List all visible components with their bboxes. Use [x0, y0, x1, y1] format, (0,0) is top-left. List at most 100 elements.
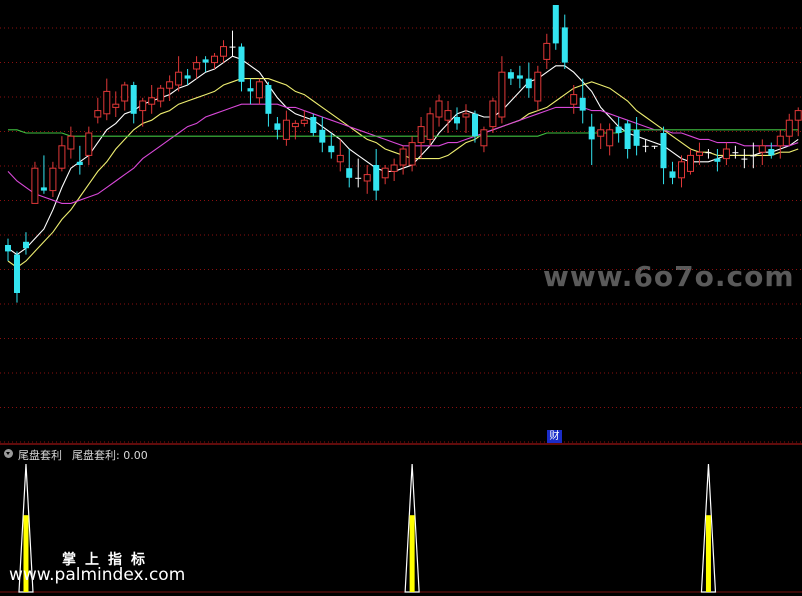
candle-body [31, 167, 39, 204]
chart-background [0, 0, 802, 596]
candle-body [355, 177, 362, 179]
signal-bar [705, 515, 711, 592]
candle-body [741, 158, 748, 160]
candle-body [291, 122, 299, 128]
candle-body [255, 81, 263, 99]
candle-body [130, 85, 137, 114]
candle-body [85, 132, 93, 156]
candle-body [381, 167, 389, 179]
candle-body [14, 254, 20, 293]
candle-body [23, 241, 29, 249]
candle-body [426, 113, 434, 140]
candle-body [319, 129, 326, 143]
candle-body [785, 119, 793, 137]
candle-body [543, 42, 551, 60]
candle-body [247, 88, 254, 92]
watermark-url: www.palmindex.com [9, 565, 186, 585]
candle-body [678, 161, 685, 179]
candle-body [336, 154, 344, 163]
candle-body [570, 94, 578, 105]
candle-body [794, 110, 802, 121]
cai-badge[interactable]: 财 [547, 430, 562, 443]
candle-body [489, 100, 497, 128]
candle-body [112, 103, 120, 108]
candle-body [597, 129, 605, 137]
candle-body [67, 135, 75, 150]
candle-body [265, 85, 272, 114]
candle-body [507, 72, 514, 79]
candle-body [220, 46, 227, 57]
candle [31, 161, 39, 204]
candle-body [238, 46, 245, 82]
candle-body [660, 133, 667, 169]
candle-body [184, 75, 191, 79]
candle [310, 113, 317, 137]
candle-body [373, 165, 380, 191]
candle-body [390, 164, 398, 172]
signal-bar [409, 515, 415, 592]
candle-body [202, 59, 209, 63]
candle-body [49, 167, 57, 192]
candle-body [588, 126, 595, 140]
candle-body [193, 62, 201, 70]
candle-body [310, 117, 317, 133]
candle-body [687, 154, 694, 172]
candle-body [768, 149, 775, 156]
candle-body [705, 152, 712, 154]
candle-body [669, 171, 676, 178]
candle-body [534, 71, 542, 102]
candle-body [696, 151, 703, 156]
candle-body [435, 100, 443, 118]
candle-body [552, 5, 559, 44]
candle-body [758, 145, 766, 153]
candle-body [399, 148, 407, 166]
watermark-6070: www.6o7o.com [543, 260, 795, 293]
candle-body [346, 168, 353, 178]
candle [552, 5, 559, 50]
candle-body [211, 55, 218, 64]
candle-body [175, 71, 183, 86]
candle-body [480, 129, 488, 147]
candle-body [58, 145, 66, 169]
candle-body [606, 129, 614, 147]
candle-body [615, 126, 622, 133]
chart-canvas [0, 0, 802, 596]
candle-body [472, 113, 478, 137]
candle-body [417, 126, 425, 144]
candle-body [498, 71, 506, 118]
candle-body [462, 113, 470, 118]
indicator-value: 尾盘套利: 0.00 [72, 449, 148, 462]
candle-body [148, 97, 156, 105]
candle-body [516, 75, 523, 79]
candle-body [454, 117, 460, 124]
candle-body [300, 119, 308, 124]
candle-body [94, 110, 102, 118]
candle-body [444, 110, 452, 121]
candle-body [76, 161, 83, 165]
candle-body [750, 155, 757, 157]
collapse-icon[interactable] [4, 449, 13, 458]
candle-body [157, 87, 165, 102]
candle-body [579, 97, 586, 111]
candle-body [166, 81, 174, 89]
candle-body [651, 145, 658, 147]
candle-body [525, 78, 532, 89]
candle-body [714, 158, 721, 162]
candle-body [328, 145, 335, 153]
candle-body [722, 148, 730, 160]
candle-body [103, 90, 111, 115]
candle-body [408, 142, 416, 166]
candle-body [5, 245, 11, 252]
candle-body [633, 129, 640, 146]
candle-body [282, 119, 290, 140]
candle-body [139, 100, 147, 112]
candle-body [363, 174, 371, 182]
candle-body [642, 145, 649, 147]
candle-body [561, 27, 568, 63]
candle-body [624, 123, 631, 149]
indicator-title[interactable]: 尾盘套利 [18, 447, 62, 463]
candle-body [40, 187, 47, 191]
candle-body [732, 152, 739, 154]
candle-body [274, 123, 281, 130]
candle-body [776, 135, 784, 147]
